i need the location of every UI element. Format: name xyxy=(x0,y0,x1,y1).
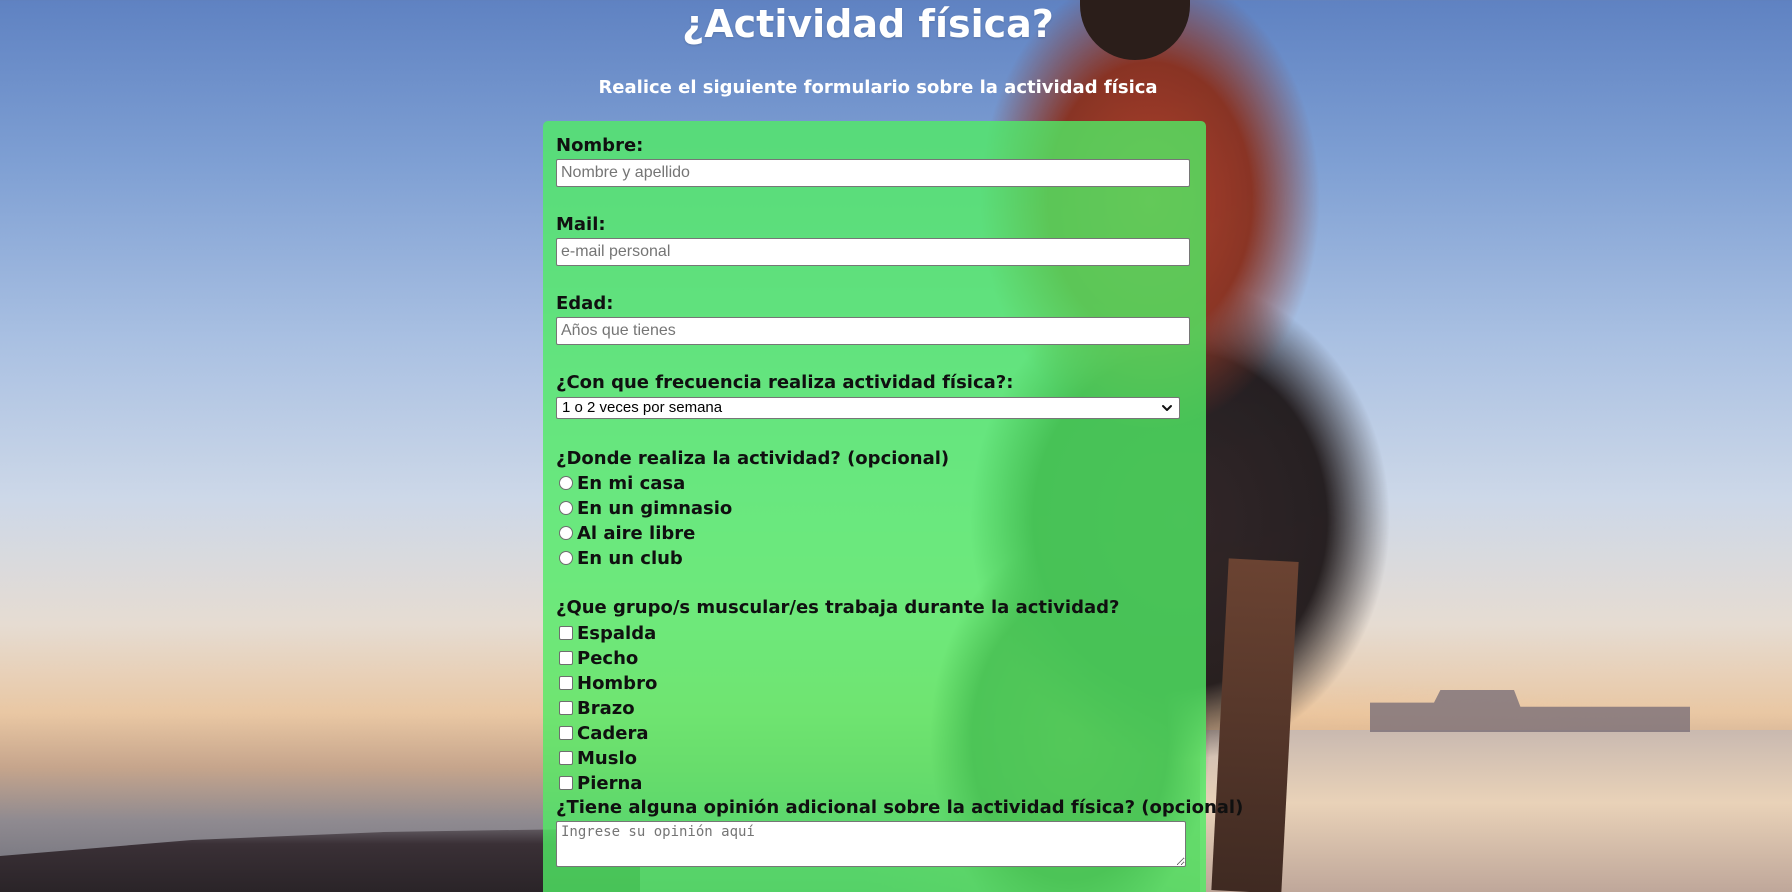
edad-label: Edad: xyxy=(556,293,614,314)
page-title: ¿Actividad física? xyxy=(682,2,1054,46)
radio-button[interactable] xyxy=(559,476,573,490)
radio-option-casa[interactable]: En mi casa xyxy=(559,471,685,495)
activity-form: Nombre: Mail: Edad: ¿Con que frecuencia … xyxy=(543,121,1243,892)
radio-button[interactable] xyxy=(559,551,573,565)
checkbox[interactable] xyxy=(559,726,573,740)
checkbox-option-pierna[interactable]: Pierna xyxy=(559,771,642,795)
checkbox-option-label: Muslo xyxy=(577,747,637,769)
page-subtitle: Realice el siguiente formulario sobre la… xyxy=(598,77,1158,98)
checkbox[interactable] xyxy=(559,676,573,690)
checkbox-option-label: Cadera xyxy=(577,722,649,744)
checkbox-option-label: Pierna xyxy=(577,772,643,794)
checkbox-option-pecho[interactable]: Pecho xyxy=(559,646,638,670)
mail-input[interactable] xyxy=(556,238,1190,266)
checkbox[interactable] xyxy=(559,651,573,665)
opinion-label: ¿Tiene alguna opinión adicional sobre la… xyxy=(556,797,1244,818)
lugar-label: ¿Donde realiza la actividad? (opcional) xyxy=(556,448,950,469)
radio-option-club[interactable]: En un club xyxy=(559,546,683,570)
checkbox[interactable] xyxy=(559,776,573,790)
edad-input[interactable] xyxy=(556,317,1190,345)
checkbox-option-muslo[interactable]: Muslo xyxy=(559,746,637,770)
nombre-label: Nombre: xyxy=(556,135,644,156)
radio-option-label: En mi casa xyxy=(577,472,686,494)
musculos-label: ¿Que grupo/s muscular/es trabaja durante… xyxy=(556,597,1120,618)
checkbox-option-brazo[interactable]: Brazo xyxy=(559,696,635,720)
checkbox-option-cadera[interactable]: Cadera xyxy=(559,721,648,745)
checkbox[interactable] xyxy=(559,701,573,715)
opinion-textarea[interactable] xyxy=(556,821,1186,867)
checkbox-option-label: Hombro xyxy=(577,672,658,694)
radio-button[interactable] xyxy=(559,526,573,540)
checkbox[interactable] xyxy=(559,751,573,765)
radio-option-aire-libre[interactable]: Al aire libre xyxy=(559,521,695,545)
radio-option-gimnasio[interactable]: En un gimnasio xyxy=(559,496,732,520)
checkbox-option-hombro[interactable]: Hombro xyxy=(559,671,657,695)
nombre-input[interactable] xyxy=(556,159,1190,187)
radio-option-label: En un gimnasio xyxy=(577,497,733,519)
radio-option-label: Al aire libre xyxy=(577,522,696,544)
checkbox-option-label: Brazo xyxy=(577,697,635,719)
checkbox-option-label: Pecho xyxy=(577,647,639,669)
frecuencia-label: ¿Con que frecuencia realiza actividad fí… xyxy=(556,372,1014,393)
radio-button[interactable] xyxy=(559,501,573,515)
checkbox-option-espalda[interactable]: Espalda xyxy=(559,621,656,645)
frecuencia-selected-value: 1 o 2 veces por semana xyxy=(562,399,723,416)
radio-option-label: En un club xyxy=(577,547,683,569)
checkbox-option-label: Espalda xyxy=(577,622,657,644)
mail-label: Mail: xyxy=(556,214,606,235)
checkbox[interactable] xyxy=(559,626,573,640)
frecuencia-select[interactable]: 1 o 2 veces por semana xyxy=(556,397,1180,419)
chevron-down-icon xyxy=(1162,405,1172,411)
